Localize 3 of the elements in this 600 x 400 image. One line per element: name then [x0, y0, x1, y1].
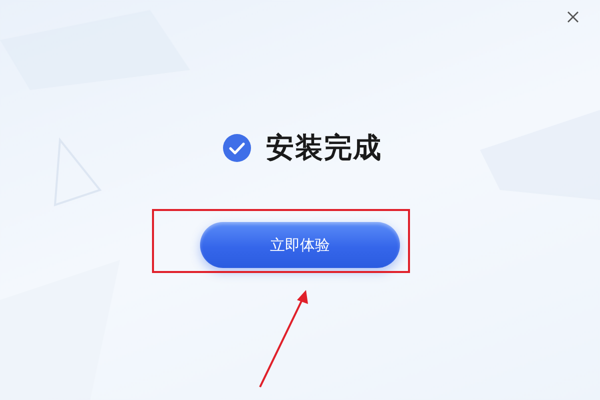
check-circle-icon [222, 133, 252, 163]
start-button[interactable]: 立即体验 [200, 222, 400, 268]
completion-title: 安装完成 [266, 130, 382, 166]
